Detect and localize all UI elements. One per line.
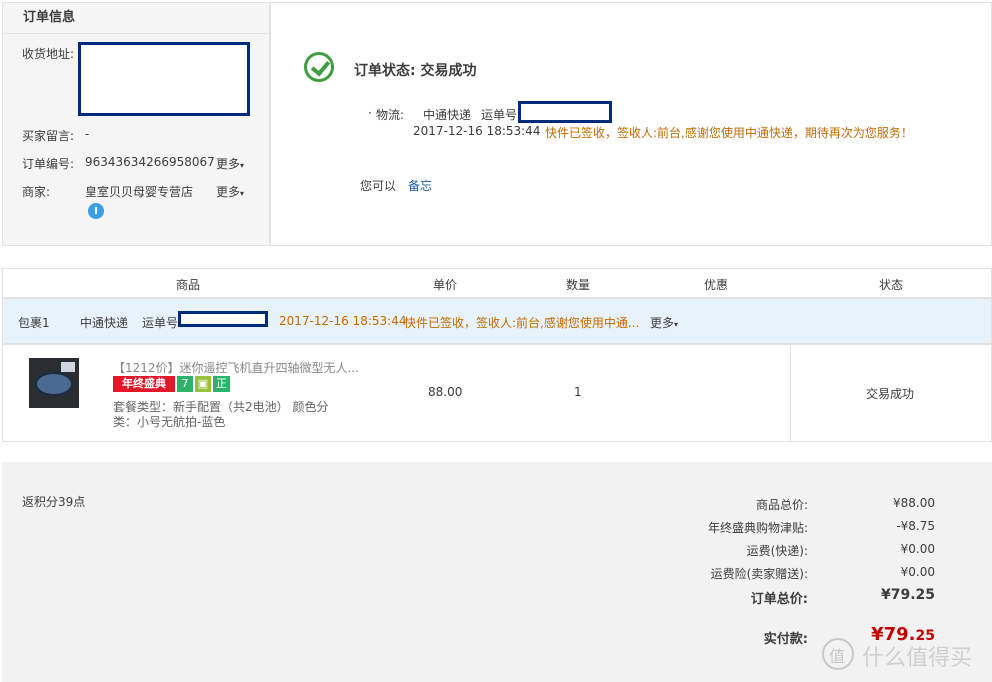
- chevron-down-icon: ▾: [240, 189, 245, 198]
- logistics-message: 快件已签收，签收人:前台,感谢您使用中通快递，期待再次为您服务！: [545, 126, 913, 140]
- header-product: 商品: [176, 278, 201, 292]
- logistics-tracking-label: 运单号: [481, 108, 518, 122]
- sku-line-2: 类：小号无航拍-蓝色: [113, 415, 226, 429]
- goods-total-label: 商品总价:: [755, 498, 808, 512]
- product-thumbnail[interactable]: [29, 358, 79, 408]
- tracking-number-redaction: [518, 101, 612, 123]
- genuine-badge: 正: [213, 376, 230, 392]
- item-status: 交易成功: [866, 387, 915, 401]
- item-unit-price: 88.00: [428, 385, 463, 399]
- order-status-title: 订单状态: 交易成功: [354, 63, 477, 79]
- watermark-text: 什么值得买: [862, 646, 973, 671]
- you-can-label: 您可以: [360, 179, 397, 193]
- table-header: [2, 268, 992, 298]
- order-total-value: ¥79.25: [880, 587, 935, 603]
- chevron-down-icon: ▾: [674, 320, 679, 329]
- buyer-message-label: 买家留言:: [22, 129, 75, 143]
- buyer-message-value: -: [85, 127, 90, 141]
- package-tracking-label: 运单号: [142, 316, 179, 330]
- address-redaction: [78, 42, 250, 116]
- year-end-badge: 年终盛典: [113, 376, 175, 392]
- memo-link[interactable]: 备忘: [408, 177, 432, 194]
- shipping-value: ¥0.00: [900, 542, 935, 556]
- points-text: 返积分39点: [22, 495, 86, 509]
- allowance-label: 年终盛典购物津贴:: [707, 521, 808, 535]
- header-status: 状态: [879, 278, 904, 292]
- seller-name-link[interactable]: 皇室贝贝母婴专营店: [85, 183, 193, 200]
- seller-more-link[interactable]: 更多▾: [216, 183, 244, 200]
- header-discount: 优惠: [704, 278, 729, 292]
- header-unit-price: 单价: [433, 278, 458, 292]
- goods-total-value: ¥88.00: [893, 496, 935, 510]
- logistics-label: 物流:: [376, 108, 405, 122]
- warranty-icon: ▣: [195, 376, 211, 392]
- order-no-label: 订单编号:: [22, 157, 75, 171]
- order-total-label: 订单总价:: [750, 592, 808, 607]
- shipping-insurance-value: ¥0.00: [900, 565, 935, 579]
- logistics-bullet-icon: ·: [368, 106, 372, 120]
- shipping-insurance-link[interactable]: 运费险(卖家赠送):: [711, 565, 808, 582]
- package-more-link[interactable]: 更多▾: [650, 314, 678, 331]
- order-info-title: 订单信息: [3, 3, 269, 34]
- logistics-time: 2017-12-16 18:53:44: [413, 124, 541, 138]
- package-time: 2017-12-16 18:53:44: [279, 314, 407, 328]
- order-info-panel: 订单信息: [2, 2, 270, 246]
- allowance-value: -¥8.75: [896, 519, 935, 533]
- product-title-link[interactable]: 【1212价】迷你遥控飞机直升四轴微型无人...: [113, 359, 359, 376]
- success-check-icon: [304, 52, 334, 82]
- logistics-carrier: 中通快递: [423, 108, 472, 122]
- order-no-more-link[interactable]: 更多▾: [216, 155, 244, 172]
- package-message: 快件已签收，签收人:前台,感谢您使用中通...: [404, 316, 640, 330]
- address-label: 收货地址:: [22, 47, 75, 61]
- paid-label: 实付款:: [763, 632, 808, 647]
- order-no-value: 96343634266958067: [85, 155, 215, 169]
- seller-label: 商家:: [22, 185, 51, 199]
- shipping-label: 运费(快递):: [746, 544, 808, 558]
- item-quantity: 1: [574, 385, 582, 399]
- drone-image-icon: [35, 372, 73, 396]
- chevron-down-icon: ▾: [240, 161, 245, 170]
- package-carrier: 中通快递: [80, 316, 129, 330]
- watermark-logo-icon: [822, 638, 854, 670]
- package-box-icon: [61, 362, 75, 372]
- seven-day-return-badge: 7: [177, 376, 193, 392]
- status-column-divider: [790, 344, 791, 442]
- package-label: 包裹1: [18, 316, 50, 330]
- package-tracking-redaction: [178, 311, 268, 327]
- header-quantity: 数量: [566, 278, 591, 292]
- chat-icon[interactable]: [88, 203, 104, 219]
